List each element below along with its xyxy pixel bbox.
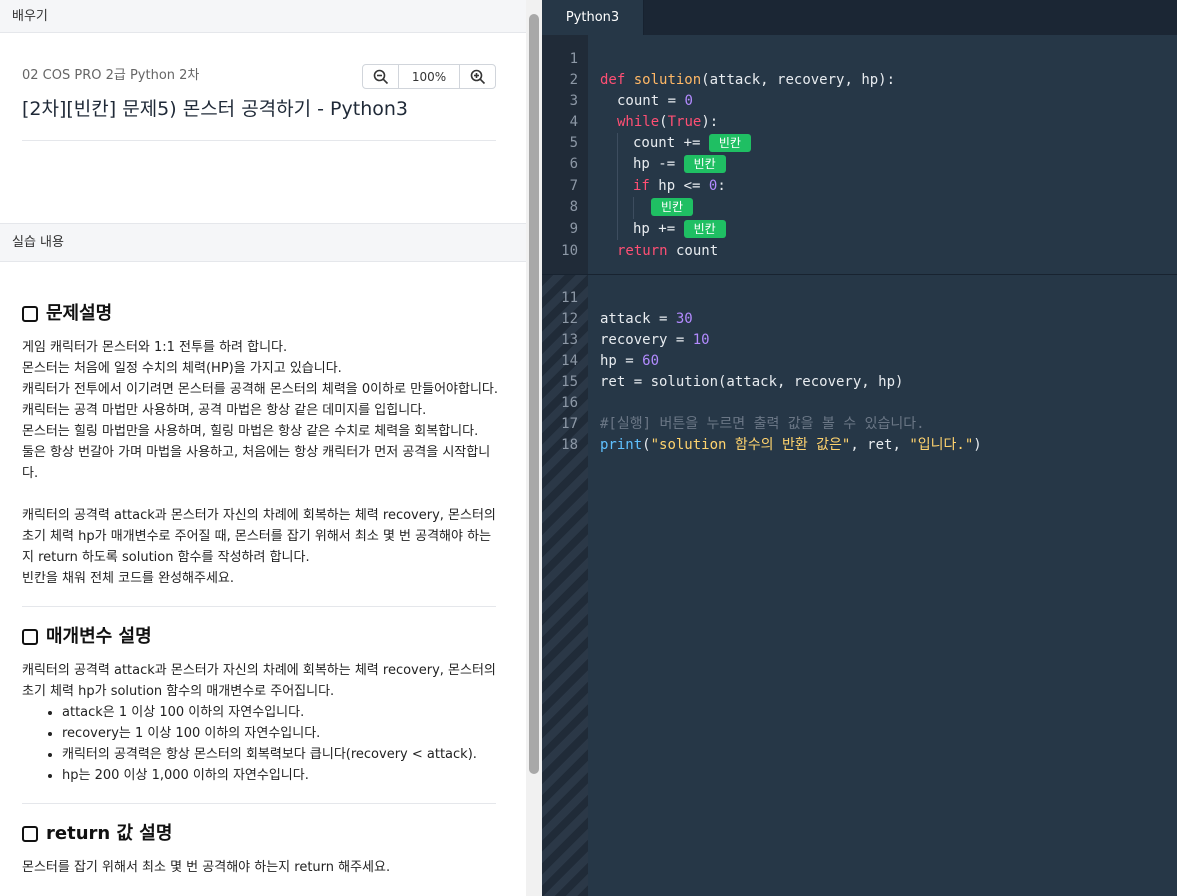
list-item: attack은 1 이상 100 이하의 자연수입니다. — [62, 702, 500, 723]
line-number: 11 — [561, 290, 578, 306]
code-line-14: hp = 60 — [600, 353, 660, 369]
line-number: 14 — [561, 353, 578, 369]
blank-input-1[interactable]: 빈칸 — [708, 134, 751, 152]
problem-line: 게임 캐릭터가 몬스터와 1:1 전투를 하려 합니다. — [22, 340, 288, 355]
problem-paragraph: 캐릭터의 공격력 attack과 몬스터가 자신의 차례에 회복하는 체력 re… — [22, 508, 496, 565]
problem-line: 캐릭터는 공격 마법만 사용하며, 공격 마법은 항상 같은 데미지를 입힙니다… — [22, 403, 427, 418]
square-bullet-icon — [22, 306, 38, 322]
zoom-value: 100% — [398, 65, 460, 88]
return-heading-label: return 값 설명 — [46, 823, 173, 844]
list-item: recovery는 1 이상 100 이하의 자연수입니다. — [62, 723, 500, 744]
code-line-12: attack = 30 — [600, 311, 693, 327]
zoom-in-icon — [470, 69, 485, 84]
editor-tabbar: Python3 — [542, 0, 1177, 35]
code-line-10: return count — [617, 243, 719, 259]
practice-header-label: 실습 내용 — [12, 235, 64, 250]
code-line-9: hp += 빈칸 — [633, 219, 726, 240]
zoom-control: 100% — [362, 64, 496, 89]
problem-line: 몬스터는 처음에 일정 수치의 체력(HP)을 가지고 있습니다. — [22, 361, 342, 376]
code-region-top[interactable]: 1 2 3 4 5 6 7 8 9 10 def solution(attack… — [542, 35, 1177, 274]
return-heading: return 값 설명 — [22, 822, 172, 846]
code-line-6: hp -= 빈칸 — [633, 154, 726, 175]
line-number: 4 — [569, 114, 578, 130]
section-divider — [22, 606, 496, 607]
title-divider — [22, 140, 496, 141]
line-number: 6 — [569, 156, 578, 172]
code-editor-panel: Python3 1 2 3 4 5 6 7 8 9 10 def solutio… — [542, 0, 1177, 896]
line-number: 5 — [569, 135, 578, 151]
params-heading: 매개변수 설명 — [22, 625, 152, 649]
square-bullet-icon — [22, 629, 38, 645]
lesson-panel: 배우기 02 COS PRO 2급 Python 2차 100% [2차][빈칸… — [0, 0, 526, 896]
line-number: 2 — [569, 72, 578, 88]
problem-line: 몬스터는 힐링 마법만을 사용하며, 힐링 마법은 항상 같은 수치로 체력을 … — [22, 424, 479, 439]
indent-guide — [617, 133, 618, 240]
indent-guide — [633, 197, 634, 219]
breadcrumb[interactable]: 02 COS PRO 2급 Python 2차 — [22, 66, 199, 86]
line-number: 13 — [561, 332, 578, 348]
code-line-5: count += 빈칸 — [633, 133, 751, 154]
line-number: 10 — [561, 243, 578, 259]
return-text: 몬스터를 잡기 위해서 최소 몇 번 공격해야 하는지 return 해주세요. — [22, 860, 391, 875]
list-item: 캐릭터의 공격력은 항상 몬스터의 회복력보다 큽니다(recovery < a… — [62, 744, 500, 765]
code-line-8: 빈칸 — [651, 197, 694, 218]
code-line-7: if hp <= 0: — [633, 178, 726, 194]
list-item: hp는 200 이상 1,000 이하의 자연수입니다. — [62, 765, 500, 786]
blank-input-4[interactable]: 빈칸 — [683, 220, 726, 238]
line-number: 1 — [569, 51, 578, 67]
code-region-bottom: 11 12 13 14 15 16 17 18 attack = 30 reco… — [542, 275, 1177, 896]
zoom-out-button[interactable] — [363, 65, 398, 88]
practice-header: 실습 내용 — [0, 223, 526, 262]
code-line-18: print("solution 함수의 반환 값은", ret, "입니다.") — [600, 437, 982, 453]
line-number: 15 — [561, 374, 578, 390]
code-line-2: def solution(attack, recovery, hp): — [600, 72, 896, 88]
left-scrollbar[interactable] — [526, 0, 542, 896]
zoom-in-button[interactable] — [460, 65, 495, 88]
scrollbar-thumb[interactable] — [529, 14, 539, 774]
problem-paragraph: 빈칸을 채워 전체 코드를 완성해주세요. — [22, 571, 235, 586]
tab-python3[interactable]: Python3 — [542, 0, 644, 35]
line-number: 16 — [561, 395, 578, 411]
line-number: 3 — [569, 93, 578, 109]
line-number: 9 — [569, 221, 578, 237]
page-title: [2차][빈칸] 문제5) 몬스터 공격하기 - Python3 — [22, 98, 409, 120]
code-line-3: count = 0 — [617, 93, 693, 109]
problem-heading: 문제설명 — [22, 302, 112, 326]
problem-line: 둘은 항상 번갈아 가며 마법을 사용하고, 처음에는 항상 캐릭터가 먼저 공… — [22, 445, 491, 481]
learn-header: 배우기 — [0, 0, 526, 33]
code-line-15: ret = solution(attack, recovery, hp) — [600, 374, 904, 390]
blank-input-3[interactable]: 빈칸 — [651, 198, 694, 216]
blank-input-2[interactable]: 빈칸 — [683, 155, 726, 173]
problem-description: 게임 캐릭터가 몬스터와 1:1 전투를 하려 합니다. 몬스터는 처음에 일정… — [22, 337, 500, 589]
params-description: 캐릭터의 공격력 attack과 몬스터가 자신의 차례에 회복하는 체력 re… — [22, 660, 500, 786]
square-bullet-icon — [22, 826, 38, 842]
line-number: 12 — [561, 311, 578, 327]
line-number: 18 — [561, 437, 578, 453]
problem-heading-label: 문제설명 — [46, 303, 113, 324]
learn-header-label: 배우기 — [12, 9, 48, 24]
params-heading-label: 매개변수 설명 — [46, 626, 152, 647]
code-line-4: while(True): — [617, 114, 719, 130]
params-intro: 캐릭터의 공격력 attack과 몬스터가 자신의 차례에 회복하는 체력 re… — [22, 663, 496, 699]
problem-line: 캐릭터가 전투에서 이기려면 몬스터를 공격해 몬스터의 체력을 0이하로 만들… — [22, 382, 499, 397]
section-divider — [22, 803, 496, 804]
line-number: 8 — [569, 199, 578, 215]
line-number: 17 — [561, 416, 578, 432]
code-line-13: recovery = 10 — [600, 332, 710, 348]
return-description: 몬스터를 잡기 위해서 최소 몇 번 공격해야 하는지 return 해주세요. — [22, 857, 500, 878]
code-line-17: #[실행] 버튼을 누르면 출력 값을 볼 수 있습니다. — [600, 416, 925, 432]
zoom-out-icon — [373, 69, 388, 84]
line-number: 7 — [569, 178, 578, 194]
params-list: attack은 1 이상 100 이하의 자연수입니다. recovery는 1… — [22, 702, 500, 786]
